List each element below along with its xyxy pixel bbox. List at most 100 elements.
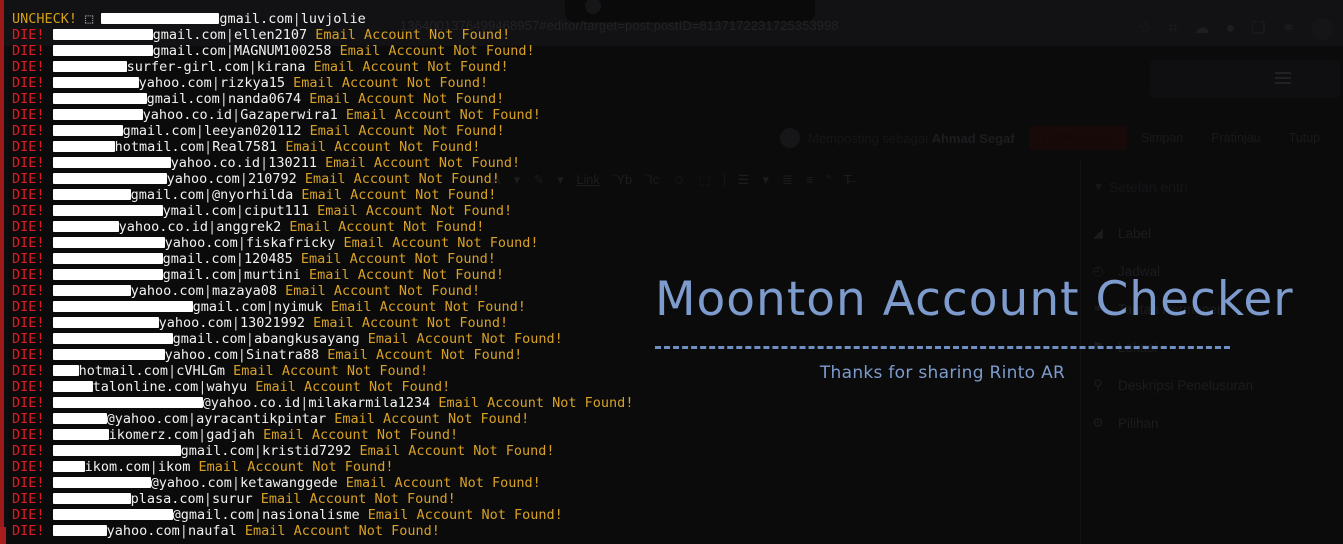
scroll-rail-thumb[interactable] [0, 527, 6, 544]
entry-settings-header[interactable]: ▾ Setelan entri [1095, 178, 1188, 195]
field-separator: | [245, 331, 254, 347]
status-tag-die: DIE! [12, 107, 53, 123]
status-message: Email Account Not Found! [301, 91, 505, 107]
field-separator: | [225, 43, 234, 59]
sidebar-item-label[interactable]: ◢ Label [1090, 214, 1330, 252]
sidebar-item-jadwal[interactable]: ◴ Jadwal [1090, 252, 1330, 290]
account-password: luvjolie [300, 11, 366, 27]
redacted-email-local-part [52, 381, 93, 392]
field-separator: | [168, 363, 177, 379]
status-tag-die: DIE! [12, 315, 53, 331]
console-line: DIE! @yahoo.com|ketawanggede Email Accou… [0, 475, 633, 491]
field-separator: | [231, 315, 240, 331]
redacted-email-local-part [52, 29, 153, 40]
redacted-email-local-part [52, 61, 127, 72]
email-domain: yahoo.com [164, 235, 238, 251]
menu-icon[interactable] [1275, 72, 1291, 84]
status-tag-die: DIE! [12, 491, 53, 507]
status-tag-die: DIE! [12, 475, 53, 491]
extension-icon-tray: ☆ ⌗ ☁ ● ❑ ⚭ [1138, 18, 1333, 40]
status-tag-die: DIE! [12, 187, 53, 203]
email-domain: ikomerz.com [108, 427, 199, 443]
cloud-extension-icon[interactable]: ☁ [1194, 21, 1210, 37]
console-line: DIE! ymail.com|ciput111 Email Account No… [0, 203, 633, 219]
bookmark-star-icon[interactable]: ☆ [1138, 21, 1152, 37]
account-password: abangkusayang [253, 331, 360, 347]
align-icon[interactable]: ☰ [738, 173, 750, 186]
redacted-email-local-part [52, 173, 167, 184]
account-password: Real7581 [212, 139, 278, 155]
clock-icon: ◴ [1092, 263, 1104, 278]
seo-extension-icon[interactable]: ⌗ [1169, 21, 1178, 37]
field-separator: | [248, 59, 257, 75]
account-password: nanda0674 [227, 91, 302, 107]
redacted-email-local-part [52, 429, 109, 440]
redacted-email-local-part [52, 221, 119, 232]
link-extension-icon[interactable]: ⚭ [1282, 21, 1295, 37]
email-domain: surfer-girl.com [126, 59, 249, 75]
field-separator: | [232, 107, 241, 123]
sidebar-item-lokasi-text: Lokasi [1118, 339, 1158, 355]
redacted-email-local-part [52, 333, 173, 344]
email-domain: @gmail.com [172, 507, 254, 523]
avatar[interactable] [1311, 18, 1333, 40]
status-tag-die: DIE! [12, 219, 53, 235]
redacted-email-local-part [52, 285, 131, 296]
emoji-icon[interactable]: ☺ [672, 173, 685, 186]
console-line: DIE! @gmail.com|nasionalisme Email Accou… [0, 507, 633, 523]
email-domain: hotmail.com [114, 139, 205, 155]
jump-break-icon[interactable]: ⬚ [699, 173, 711, 186]
redacted-email-local-part [52, 45, 153, 56]
coin-extension-icon[interactable]: ● [1226, 21, 1236, 37]
status-message: Email Account Not Found! [322, 299, 526, 315]
sidebar-item-pilihan[interactable]: ⚙ Pilihan [1090, 404, 1330, 442]
console-line: UNCHECK! ⬚ gmail.com|luvjolie [0, 11, 633, 27]
email-domain: gmail.com [192, 299, 266, 315]
console-line: DIE! yahoo.com|rizkya15 Email Account No… [0, 75, 633, 91]
redacted-email-local-part [52, 525, 107, 536]
email-domain: talonline.com [92, 379, 199, 395]
box-extension-icon[interactable]: ❑ [1251, 21, 1265, 37]
clear-format-icon[interactable]: T̶ [844, 173, 852, 186]
email-domain: gmail.com [152, 43, 226, 59]
console-line: DIE! yahoo.com|210792 Email Account Not … [0, 171, 633, 187]
redacted-email-local-part [52, 269, 163, 280]
console-line: DIE! @yahoo.co.id|milakarmila1234 Email … [0, 395, 633, 411]
email-domain: gmail.com [130, 187, 204, 203]
redacted-email-local-part [52, 141, 115, 152]
chevron-down-icon[interactable]: ▾ [762, 173, 769, 186]
account-password: ikom [157, 459, 191, 475]
status-message: Email Account Not Found! [224, 363, 429, 379]
tag-icon: ◢ [1093, 225, 1103, 240]
status-tag-die: DIE! [12, 43, 53, 59]
close-button[interactable]: Tutup [1275, 126, 1335, 150]
status-tag-die: DIE! [12, 251, 53, 267]
account-password: gadjah [206, 427, 255, 443]
save-button[interactable]: Simpan [1127, 126, 1197, 150]
sidebar-item-deskripsi-penelusuran[interactable]: ⚲ Deskripsi Penelusuran [1090, 366, 1330, 404]
bullet-list-icon[interactable]: ≡ [806, 173, 814, 186]
numbered-list-icon[interactable]: ≣ [782, 173, 793, 186]
preview-button[interactable]: Pratinjau [1197, 126, 1274, 150]
sidebar-item-lokasi[interactable]: ⚑ Lokasi [1090, 328, 1330, 366]
console-line: DIE! yahoo.co.id|anggrek2 Email Account … [0, 219, 633, 235]
email-domain: yahoo.com [166, 171, 240, 187]
status-message: Email Account Not Found! [430, 395, 634, 411]
scroll-rail[interactable] [0, 0, 4, 544]
publish-button[interactable]: Publikasikan [1028, 126, 1127, 150]
posting-as-prefix: Memposting sebagai [808, 130, 928, 146]
account-password: ayracantikpintar [196, 411, 327, 427]
console-line: DIE! gmail.com|nyimuk Email Account Not … [0, 299, 633, 315]
video-icon[interactable]: Ἲc [645, 173, 659, 186]
status-tag-die: DIE! [12, 507, 53, 523]
field-separator: | [225, 27, 234, 43]
field-separator: | [253, 443, 262, 459]
email-domain: gmail.com [146, 91, 220, 107]
redacted-email-local-part [52, 301, 193, 312]
sidebar-item-tautan-permanen[interactable]: ⚭ Tautan Permanen [1090, 290, 1330, 328]
status-tag-die: DIE! [12, 267, 53, 283]
status-tag-die: DIE! [12, 91, 53, 107]
console-line: DIE! plasa.com|surur Email Account Not F… [0, 491, 633, 507]
console-line: DIE! gmail.com|MAGNUM100258 Email Accoun… [0, 43, 633, 59]
quote-icon[interactable]: “ [826, 173, 830, 186]
